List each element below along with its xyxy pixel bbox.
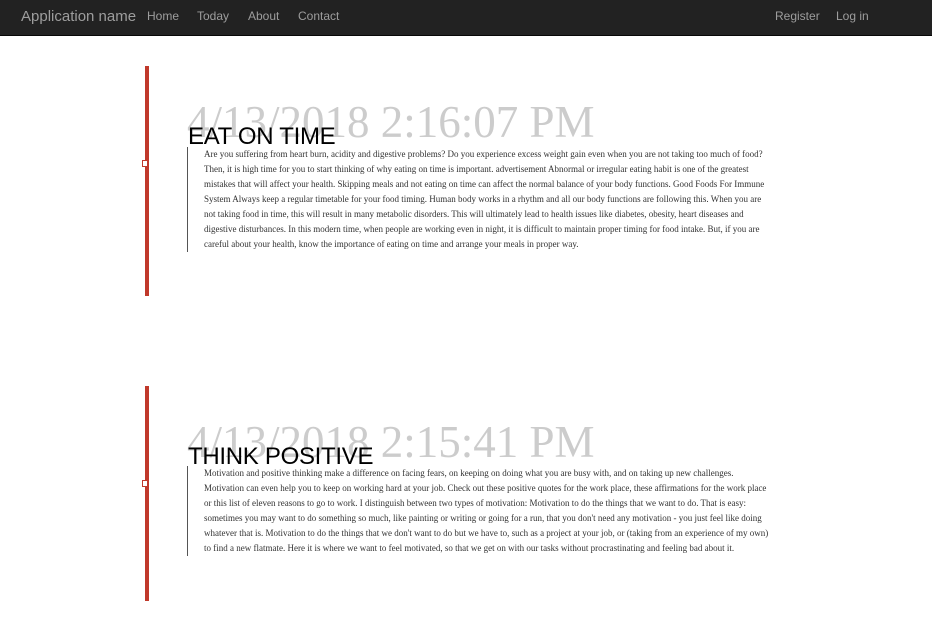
- entry-title: EAT ON TIME: [188, 123, 336, 150]
- entry-body: Are you suffering from heart burn, acidi…: [187, 147, 772, 252]
- brand-link[interactable]: Application name: [21, 0, 136, 34]
- login-link[interactable]: Log in: [836, 0, 869, 33]
- timeline-line: [145, 386, 149, 601]
- nav-today-link[interactable]: Today: [197, 0, 229, 33]
- timeline-line: [145, 66, 149, 296]
- nav-contact-link[interactable]: Contact: [298, 0, 339, 33]
- timeline-marker: [142, 160, 148, 167]
- nav-home-link[interactable]: Home: [147, 0, 179, 33]
- top-navbar: Application name Home Today About Contac…: [0, 0, 932, 36]
- timeline-marker: [142, 480, 148, 487]
- nav-about-link[interactable]: About: [248, 0, 279, 33]
- register-link[interactable]: Register: [775, 0, 820, 33]
- entry-body: Motivation and positive thinking make a …: [187, 466, 772, 556]
